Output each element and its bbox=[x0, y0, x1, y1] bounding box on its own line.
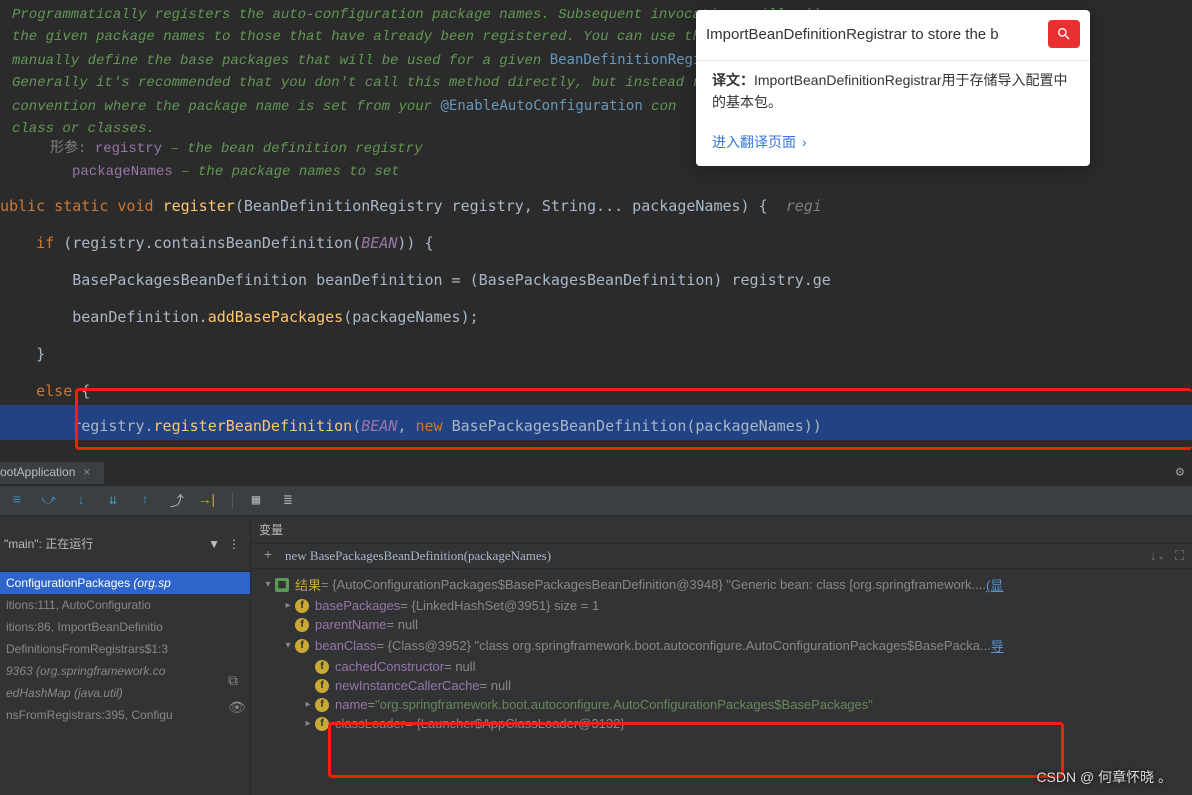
evaluate-icon[interactable]: ▦ bbox=[247, 492, 265, 510]
run-to-cursor-icon[interactable]: →| bbox=[200, 492, 218, 510]
frame-item[interactable]: itions:86, ImportBeanDefinitio bbox=[0, 616, 250, 638]
field-icon: f bbox=[315, 660, 329, 674]
frames-list[interactable]: ConfigurationPackages (org.sp itions:111… bbox=[0, 572, 250, 726]
frame-item[interactable]: DefinitionsFromRegistrars$1:3 bbox=[0, 638, 250, 660]
more-icon[interactable]: ⋮ bbox=[228, 537, 240, 551]
frame-item[interactable]: ConfigurationPackages (org.sp bbox=[0, 572, 250, 594]
translate-page-link[interactable]: 进入翻译页面 › bbox=[696, 132, 1090, 166]
frame-item[interactable]: 9363 (org.springframework.co bbox=[0, 660, 250, 682]
translate-text: ImportBeanDefinitionRegistrar用于存储导入配置中的基… bbox=[712, 72, 1068, 110]
trace-icon[interactable]: ≣ bbox=[279, 492, 297, 510]
field-icon: f bbox=[295, 599, 309, 613]
frame-item[interactable]: edHashMap (java.util) bbox=[0, 682, 250, 704]
field-icon: f bbox=[315, 679, 329, 693]
add-watch-icon[interactable]: + bbox=[259, 548, 277, 564]
translate-popup: 译文：ImportBeanDefinitionRegistrar用于存储导入配置… bbox=[696, 10, 1090, 166]
result-badge: ▦ bbox=[275, 578, 289, 592]
chevron-right-icon: › bbox=[802, 134, 807, 150]
translate-search-button[interactable] bbox=[1048, 20, 1080, 48]
variables-tab[interactable]: 变量 bbox=[259, 521, 283, 538]
evaluate-expression[interactable]: new BasePackagesBeanDefinition(packageNa… bbox=[285, 548, 1141, 564]
drop-frame-icon[interactable]: ⤴ bbox=[168, 492, 186, 510]
debug-toolbar: ≡ ⤻ ↓ ⇊ ↑ ⤴ →| ▦ ≣ bbox=[0, 486, 1192, 516]
field-icon: f bbox=[295, 639, 309, 653]
step-out-icon[interactable]: ↑ bbox=[136, 492, 154, 510]
frame-item[interactable]: itions:111, AutoConfiguratio bbox=[0, 594, 250, 616]
force-step-into-icon[interactable]: ⇊ bbox=[104, 492, 122, 510]
close-icon[interactable]: × bbox=[83, 465, 90, 479]
translate-input[interactable] bbox=[706, 26, 1040, 43]
watch-icon[interactable]: 👁 bbox=[228, 700, 246, 717]
run-config-tab[interactable]: ootApplication× bbox=[0, 462, 104, 484]
thread-label: "main": 正在运行 bbox=[4, 535, 93, 552]
field-icon: f bbox=[315, 717, 329, 731]
expand-icon[interactable]: ⛶ bbox=[1175, 549, 1184, 564]
frames-panel: "main": 正在运行 ▼ ⋮ ConfigurationPackages (… bbox=[0, 516, 251, 795]
step-into-icon[interactable]: ↓ bbox=[72, 492, 90, 510]
field-icon: f bbox=[295, 618, 309, 632]
copy-icon[interactable]: ⧉ bbox=[228, 674, 246, 690]
show-execution-icon[interactable]: ≡ bbox=[8, 492, 26, 510]
filter-icon[interactable]: ▼ bbox=[208, 537, 220, 551]
highlight-box-2 bbox=[328, 722, 1064, 778]
field-icon: f bbox=[315, 698, 329, 712]
step-over-icon[interactable]: ⤻ bbox=[40, 492, 58, 510]
gear-icon[interactable]: ⚙ bbox=[1176, 464, 1184, 481]
search-icon bbox=[1056, 26, 1072, 42]
history-icon[interactable]: ↓₊ bbox=[1149, 549, 1165, 564]
variables-tree[interactable]: ▾▦结果 = {AutoConfigurationPackages$BasePa… bbox=[251, 569, 1192, 737]
highlight-box-1 bbox=[75, 388, 1192, 450]
translate-label: 译文： bbox=[712, 72, 754, 88]
side-toolbar: ⧉ 👁 bbox=[228, 674, 246, 717]
frame-item[interactable]: nsFromRegistrars:395, Configu bbox=[0, 704, 250, 726]
watermark: CSDN @ 何章怀晓 。 bbox=[1036, 767, 1172, 787]
